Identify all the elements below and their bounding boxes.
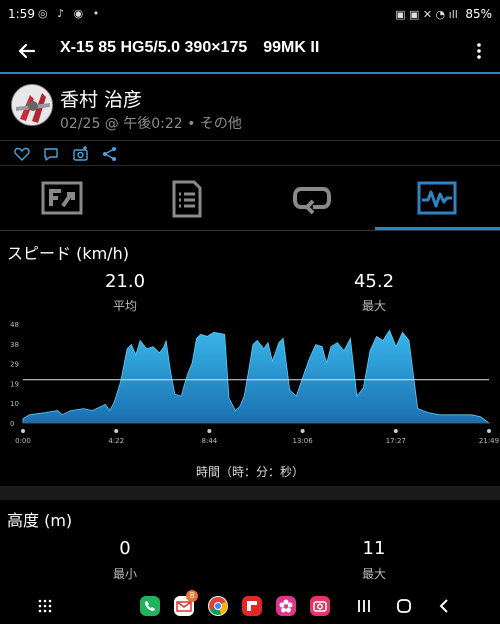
chart-pulse-icon: [417, 181, 457, 215]
activity-title-suffix: 99MK II: [263, 39, 320, 56]
home-icon: [397, 599, 411, 613]
max-speed-value: 45.2: [353, 271, 395, 292]
activity-title-main: X-15 85 HG5/5.0 390×175: [60, 39, 248, 56]
avatar-image: [12, 85, 52, 125]
phone-icon: [145, 601, 155, 611]
flower-icon: [279, 599, 293, 613]
camera-app-icon[interactable]: [310, 596, 330, 616]
y-tick-label: 38: [10, 341, 19, 349]
more-options-button[interactable]: [472, 38, 486, 64]
y-tick-label: 10: [10, 400, 19, 408]
x-tick-label: 4:22: [108, 437, 124, 445]
speed-title: スピード (km/h): [7, 244, 129, 263]
flipboard-icon: [247, 601, 257, 611]
like-button[interactable]: [13, 145, 31, 163]
tabs-divider: [0, 230, 500, 231]
y-tick-label: 19: [10, 380, 19, 388]
speed-area-series: [22, 329, 491, 424]
mail-app-icon[interactable]: 8: [174, 590, 198, 616]
min-altitude-label: 最小: [112, 567, 137, 581]
tab-summary[interactable]: [0, 166, 125, 230]
back-button[interactable]: [12, 36, 42, 66]
app-drawer-button[interactable]: [33, 594, 57, 618]
camera-plus-icon: [73, 146, 88, 161]
max-speed-label: 最大: [361, 299, 386, 313]
max-altitude-label: 最大: [361, 567, 386, 581]
min-altitude-value: 0: [119, 538, 131, 559]
share-button[interactable]: [101, 145, 119, 163]
recents-icon: [358, 600, 370, 612]
x-tick-label: 13:06: [293, 437, 314, 445]
chrome-app-icon[interactable]: [208, 596, 228, 616]
avg-speed-label: 平均: [112, 299, 137, 313]
x-axis-label: 時間（時：分：秒）: [195, 465, 304, 479]
avatar[interactable]: [11, 84, 53, 126]
chevron-left-icon: [439, 599, 448, 613]
author-name[interactable]: 香村 治彦: [60, 85, 142, 112]
status-right: ▣ ▣ ✕ ◔ ıll 85%: [395, 7, 492, 21]
x-tick-label: 17:27: [386, 437, 406, 445]
y-tick-label: 29: [10, 361, 19, 369]
route-loop-icon: [293, 187, 331, 215]
x-tick-marker: [487, 429, 491, 433]
share-icon: [103, 147, 116, 161]
section-divider: [0, 486, 500, 500]
chrome-icon: [209, 597, 228, 615]
phone-app-icon[interactable]: [140, 596, 160, 616]
status-time: 1:59: [8, 7, 35, 21]
back-nav-button[interactable]: [432, 594, 456, 618]
heart-icon: [14, 147, 30, 161]
mail-badge: 8: [186, 590, 198, 602]
x-tick-marker: [300, 429, 305, 433]
altitude-title: 高度 (m): [7, 511, 73, 530]
comment-icon: [44, 148, 58, 161]
x-tick-marker: [207, 429, 212, 433]
flipboard-app-icon[interactable]: [242, 596, 262, 616]
status-bar: 1:59 ◎ ♪ ◉ • ▣ ▣ ✕ ◔ ıll 85%: [0, 0, 500, 30]
home-button[interactable]: [392, 594, 416, 618]
comment-button[interactable]: [42, 145, 60, 163]
app-bar: X-15 85 HG5/5.0 390×175 99MK II: [0, 30, 500, 72]
x-tick-marker: [21, 429, 25, 433]
x-tick-marker: [114, 429, 119, 433]
tab-route[interactable]: [250, 166, 375, 230]
x-tick-label: 8:44: [202, 437, 218, 445]
avg-speed-value: 21.0: [104, 271, 146, 292]
grid-dots-icon: [38, 599, 52, 613]
more-vertical-icon: [477, 43, 481, 59]
y-tick-label: 48: [10, 321, 19, 329]
tab-charts[interactable]: [375, 166, 500, 230]
x-tick-label: 21:49: [479, 437, 499, 445]
notification-icons: ◎ ♪ ◉ •: [38, 7, 103, 20]
back-arrow-icon: [18, 43, 36, 59]
recents-button[interactable]: [352, 594, 376, 618]
max-altitude-value: 11: [362, 538, 386, 559]
battery-level: 85%: [465, 7, 492, 21]
system-status-icons: ▣ ▣ ✕ ◔ ıll: [395, 8, 458, 21]
action-row: [0, 140, 500, 166]
x-tick-marker: [393, 429, 398, 433]
speed-chart: 48 38 29 19 10 0 0:00 4:22 8:44 13:06 17:27 21:49: [10, 321, 499, 445]
x-tick-label: 0:00: [15, 437, 31, 445]
list-document-icon: [172, 180, 202, 218]
activity-tabs: [0, 166, 500, 230]
tab-details[interactable]: [125, 166, 250, 230]
author-header: 香村 治彦 02/25 @ 午後0:22 • その他: [0, 74, 500, 140]
y-tick-label: 0: [10, 420, 14, 428]
blossom-app-icon[interactable]: [276, 596, 296, 616]
camera-icon: [313, 601, 327, 612]
summary-icon: [41, 181, 83, 215]
activity-title: X-15 85 HG5/5.0 390×175 99MK II: [60, 39, 319, 57]
activity-date-type: 02/25 @ 午後0:22 • その他: [60, 116, 242, 132]
add-photo-button[interactable]: [72, 145, 90, 163]
